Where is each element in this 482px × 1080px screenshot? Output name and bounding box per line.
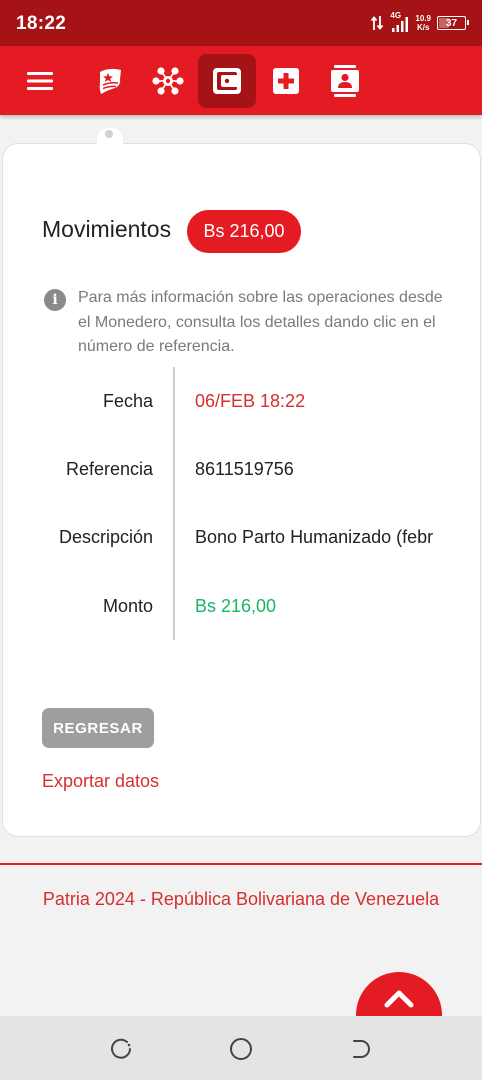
date-value: 06/FEB 18:22 — [195, 391, 306, 411]
chevron-up-icon — [384, 990, 414, 1008]
back-button[interactable]: REGRESAR — [42, 708, 154, 748]
home-button[interactable] — [228, 1036, 254, 1062]
nav-network-button[interactable] — [139, 54, 197, 108]
data-transfer-icon — [371, 16, 384, 30]
home-circle-icon — [230, 1038, 252, 1060]
card-notch-dot — [105, 130, 113, 138]
wallet-icon — [213, 68, 241, 94]
description-value: Bono Parto Humanizado (febr — [195, 527, 434, 547]
reference-label: Referencia — [65, 459, 153, 479]
nav-contacts-button[interactable] — [316, 54, 374, 108]
nav-wallet-button[interactable] — [198, 54, 256, 108]
details-divider — [173, 367, 175, 640]
date-label: Fecha — [102, 391, 153, 411]
contact-card-icon — [331, 65, 359, 97]
battery-icon: 37 — [437, 16, 469, 30]
amount-label: Monto — [102, 596, 153, 616]
recents-icon — [111, 1038, 131, 1059]
network-nodes-icon — [152, 67, 184, 95]
nav-carnet-button[interactable] — [81, 54, 139, 108]
movements-title: Movimientos — [42, 216, 172, 242]
app-nav-bar — [0, 46, 482, 115]
speed-unit: K/s — [416, 23, 430, 32]
network-speed: 10.9 K/s — [415, 14, 431, 32]
export-data-link[interactable]: Exportar datos — [42, 771, 159, 792]
recents-button[interactable] — [108, 1036, 134, 1062]
back-icon — [353, 1040, 370, 1058]
speed-value: 10.9 — [415, 14, 431, 23]
signal-icon: 4G — [389, 11, 409, 32]
status-icons: 4G 10.9 K/s 37 — [371, 11, 469, 34]
amount-value: Bs 216,00 — [195, 596, 277, 616]
menu-button[interactable] — [11, 54, 69, 108]
health-cross-icon — [273, 68, 299, 94]
back-nav-button[interactable] — [348, 1036, 374, 1062]
footer-divider — [0, 863, 482, 865]
footer-text: Patria 2024 - República Bolivariana de V… — [42, 889, 440, 909]
nav-health-button[interactable] — [257, 54, 315, 108]
balance-badge: Bs 216,00 — [187, 210, 301, 253]
menu-icon — [27, 72, 53, 90]
description-label: Descripción — [58, 527, 153, 547]
carnet-flag-icon — [99, 68, 121, 94]
system-nav-bar — [0, 1016, 482, 1080]
info-text: Para más información sobre las operacion… — [78, 289, 443, 355]
battery-level: 37 — [445, 17, 458, 29]
status-time: 18:22 — [16, 13, 67, 34]
reference-value[interactable]: 8611519756 — [195, 459, 441, 480]
status-bar: 18:22 4G 10.9 K/s 37 — [0, 0, 482, 46]
info-icon: i — [44, 289, 66, 311]
